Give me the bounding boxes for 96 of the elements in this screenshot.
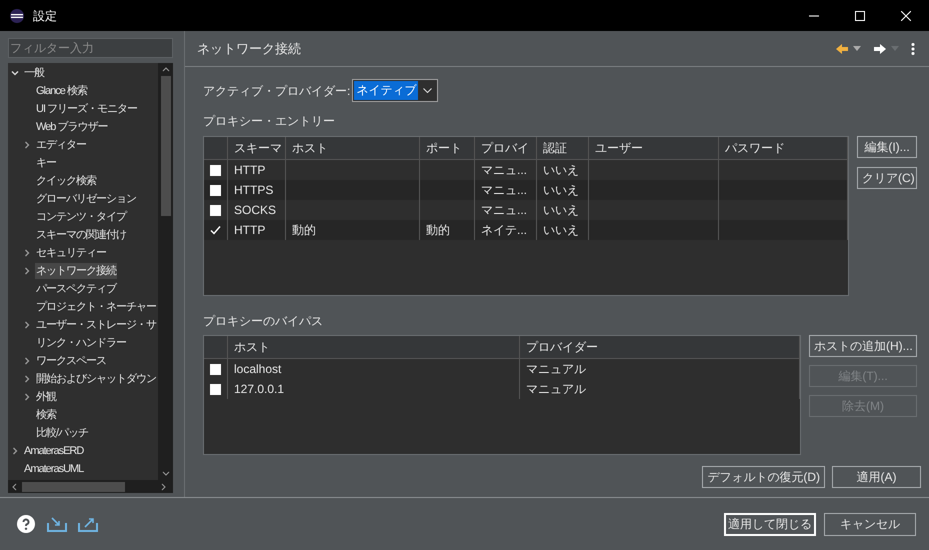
tree-item[interactable]: キー [35, 154, 57, 172]
table-cell-text: マニュ... [481, 202, 528, 219]
tree-item[interactable]: 開始およびシャットダウン [35, 370, 157, 388]
table-cell-text: 動的 [292, 222, 316, 239]
tree-item[interactable]: 検索 [35, 406, 57, 424]
column-header[interactable]: 認証 [543, 139, 567, 157]
tree-item[interactable]: セキュリティー [35, 244, 107, 262]
table-cell-text: いいえ [543, 182, 579, 199]
tree-item[interactable]: Glance 検索 [35, 82, 88, 100]
collapsed-chevron-icon[interactable] [23, 393, 31, 401]
column-header[interactable]: ポート [426, 139, 462, 157]
caret-icon[interactable] [422, 88, 432, 93]
column-header[interactable]: ユーザー [595, 139, 643, 157]
table-cell-text: いいえ [543, 202, 579, 219]
table-cell-text: マニュ... [481, 182, 528, 199]
maximize-icon[interactable] [855, 10, 865, 20]
table-cell-text: HTTP [234, 162, 266, 179]
column-header[interactable]: スキーマ [234, 139, 282, 157]
tree-item[interactable]: AmaterasUML [23, 460, 84, 478]
back-arrow-icon[interactable] [835, 42, 849, 54]
table-cell-text: マニュアル [526, 361, 586, 378]
export-icon[interactable] [78, 515, 98, 533]
collapsed-chevron-icon[interactable] [11, 447, 19, 455]
column-header[interactable]: プロバイ [481, 139, 529, 157]
table-cell-text: localhost [234, 361, 282, 378]
column-header[interactable]: パスワード [725, 139, 785, 157]
field-label: アクティブ・プロバイダー: [203, 82, 350, 100]
column-header[interactable]: プロバイダー [526, 338, 598, 356]
tree-item[interactable]: 一般 [23, 64, 45, 82]
provider-dropdown[interactable]: ネイティブ [352, 79, 438, 102]
page-title: ネットワーク接続 [197, 40, 301, 58]
checkbox[interactable] [210, 164, 221, 176]
tree-item[interactable]: ワークスペース [35, 352, 107, 370]
tree-item[interactable]: AmaterasERD [23, 442, 84, 460]
scroll-right-icon[interactable] [159, 482, 167, 492]
tree-item[interactable]: パースペクティブ [35, 280, 117, 298]
scrollbar-thumb[interactable] [160, 76, 170, 216]
checkbox[interactable] [210, 204, 221, 216]
horizontal-scrollbar[interactable] [8, 480, 173, 493]
checkbox[interactable] [210, 364, 221, 374]
collapsed-chevron-icon[interactable] [23, 141, 31, 149]
table-cell-text: 127.0.0.1 [234, 381, 284, 398]
collapsed-chevron-icon[interactable] [23, 375, 31, 383]
more-menu-icon[interactable] [911, 42, 915, 54]
expanded-chevron-icon[interactable] [11, 69, 19, 77]
filter-field[interactable]: フィルター入力 [8, 38, 173, 58]
tree-item[interactable]: 比較/パッチ [35, 424, 90, 442]
tree-item[interactable]: リンク・ハンドラー [35, 334, 127, 352]
tree-item[interactable]: エディター [35, 136, 87, 154]
tree-item[interactable]: プロジェクト・ネーチャー [35, 298, 157, 316]
vertical-scrollbar[interactable] [158, 63, 173, 480]
button[interactable]: キャンセル [824, 512, 916, 536]
checked-checkbox[interactable] [210, 224, 221, 236]
import-icon[interactable] [47, 515, 67, 533]
tree-item[interactable]: UI フリーズ・モニター [35, 100, 138, 118]
window-title: 設定 [33, 8, 57, 24]
button[interactable]: 編集(I)... [857, 136, 917, 158]
collapsed-chevron-icon[interactable] [23, 321, 31, 329]
tree-item[interactable]: Web ブラウザー [35, 118, 108, 136]
table-cell-text: マニュアル [526, 381, 586, 398]
table-cell-text: ネイテ... [481, 222, 528, 239]
button[interactable]: クリア(C) [857, 167, 917, 189]
table-cell-text: マニュ... [481, 162, 528, 179]
table-cell-text: いいえ [543, 162, 579, 179]
button[interactable]: ホストの追加(H)... [809, 335, 917, 357]
section-title: プロキシー・エントリー [203, 113, 336, 130]
table-cell-text: HTTPS [234, 182, 274, 199]
table-cell-text: SOCKS [234, 202, 276, 219]
table-cell-text: 動的 [426, 222, 450, 239]
column-header[interactable]: ホスト [292, 139, 328, 157]
checkbox[interactable] [210, 184, 221, 196]
section-title: プロキシーのバイパス [203, 313, 324, 330]
app-icon [9, 8, 25, 24]
checkbox[interactable] [210, 384, 221, 394]
dropdown-caret-icon[interactable] [853, 46, 861, 51]
button[interactable]: デフォルトの復元(D) [702, 466, 825, 488]
tree-item[interactable]: スキーマの関連付け [35, 226, 127, 244]
tree-item[interactable]: グローバリゼーション [35, 190, 137, 208]
close-icon[interactable] [901, 10, 911, 20]
scrollbar-thumb[interactable] [22, 482, 125, 492]
table-cell-text: いいえ [543, 222, 579, 239]
table-cell-text: HTTP [234, 222, 266, 239]
column-header[interactable]: ホスト [234, 338, 270, 356]
collapsed-chevron-icon[interactable] [23, 357, 31, 365]
tree-item[interactable]: クイック検索 [35, 172, 97, 190]
tree-item[interactable]: ユーザー・ストレージ・サ [35, 316, 157, 334]
collapsed-chevron-icon[interactable] [23, 267, 31, 275]
forward-arrow-icon[interactable] [873, 42, 887, 54]
tree-item[interactable]: コンテンツ・タイプ [35, 208, 127, 226]
collapsed-chevron-icon[interactable] [23, 249, 31, 257]
button[interactable]: 適用(A) [832, 466, 921, 488]
help-icon[interactable] [17, 515, 35, 533]
tree-item[interactable]: 外観 [35, 388, 57, 406]
button[interactable]: 適用して閉じる [724, 512, 816, 536]
tree-item[interactable]: ネットワーク接続 [35, 262, 117, 280]
scroll-left-icon[interactable] [11, 482, 19, 492]
